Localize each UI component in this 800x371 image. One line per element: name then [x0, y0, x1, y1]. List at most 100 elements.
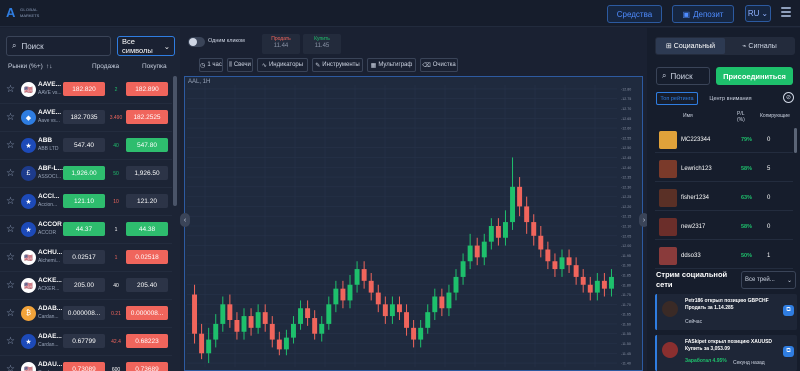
logo[interactable]: A GLOBAL MARKETS — [6, 5, 66, 21]
candle-body[interactable] — [283, 337, 289, 350]
stream-post[interactable]: FASkipet открыл позицию XAUUSD Купить за… — [655, 335, 797, 371]
market-row[interactable]: ☆ £ ABF-L... ASSOCI... 1,926.00 50 1,926.50 — [0, 160, 172, 188]
copy-icon[interactable]: ⧉ — [783, 346, 794, 357]
candle-body[interactable] — [234, 320, 240, 332]
candle-body[interactable] — [467, 245, 473, 262]
candle-body[interactable] — [255, 312, 261, 328]
star-icon[interactable]: ☆ — [6, 224, 15, 235]
buy-price-button[interactable]: 182.2525 — [126, 110, 168, 124]
star-icon[interactable]: ☆ — [6, 168, 15, 179]
buy-price-button[interactable]: 547.80 — [126, 138, 168, 152]
sell-quote-button[interactable]: Продать 11.44 — [262, 34, 300, 54]
candle-body[interactable] — [262, 312, 268, 324]
sell-price-button[interactable]: 547.40 — [63, 138, 105, 152]
star-icon[interactable]: ☆ — [6, 140, 15, 151]
candle-body[interactable] — [404, 312, 410, 328]
buy-price-button[interactable]: 0.73689 — [126, 362, 168, 371]
sell-price-button[interactable]: 0.73089 — [63, 362, 105, 371]
candle-body[interactable] — [566, 257, 572, 266]
buy-price-button[interactable]: 1,926.50 — [126, 166, 168, 180]
copy-icon[interactable]: ⧉ — [783, 305, 794, 316]
buy-price-button[interactable]: 0.68223 — [126, 334, 168, 348]
sell-price-button[interactable]: 182.7035 — [63, 110, 105, 124]
deposit-button[interactable]: ▣ Депозит — [672, 5, 734, 23]
candle-body[interactable] — [227, 304, 233, 320]
buy-price-button[interactable]: 205.40 — [126, 278, 168, 292]
candle-body[interactable] — [389, 304, 395, 317]
tab-signals[interactable]: ⌁ Сигналы — [725, 38, 794, 54]
candle-body[interactable] — [587, 284, 593, 293]
compass-icon[interactable]: ⊘ — [783, 92, 794, 103]
candle-body[interactable] — [531, 222, 537, 236]
sell-price-button[interactable]: 182.820 — [63, 82, 105, 96]
market-row[interactable]: ☆ ★ ACCOR ACCOR 44.37 1 44.38 — [0, 216, 172, 244]
candle-body[interactable] — [340, 288, 346, 301]
candle-body[interactable] — [446, 292, 452, 309]
candle-body[interactable] — [220, 304, 226, 324]
candle-body[interactable] — [594, 280, 600, 293]
sort-icon[interactable]: ↑↓ — [46, 63, 53, 70]
buy-price-button[interactable]: 182.890 — [126, 82, 168, 96]
candle-body[interactable] — [517, 186, 523, 207]
market-row[interactable]: ☆ 🇺🇸 ACHU... Alchemi... 0.02517 1 0.02518 — [0, 244, 172, 272]
candle-body[interactable] — [418, 327, 424, 340]
candle-body[interactable] — [213, 323, 219, 340]
candle-body[interactable] — [192, 294, 198, 334]
candle-body[interactable] — [354, 269, 360, 285]
candle-body[interactable] — [453, 276, 459, 293]
menu-icon[interactable] — [781, 7, 791, 19]
candlestick-chart[interactable]: -12.80 -12.75 -12.70 -12.65 -12.60 -12.55 -12.… — [185, 77, 644, 371]
candle-body[interactable] — [312, 318, 318, 334]
sell-price-button[interactable]: 1,926.00 — [63, 166, 105, 180]
candle-body[interactable] — [439, 296, 445, 309]
candle-body[interactable] — [347, 284, 353, 301]
trader-row[interactable]: new2317 58% 0 — [655, 215, 793, 240]
candle-body[interactable] — [375, 292, 381, 305]
buy-price-button[interactable]: 44.38 — [126, 222, 168, 236]
join-button[interactable]: Присоединиться — [716, 67, 793, 85]
candle-body[interactable] — [488, 226, 494, 242]
symbol-filter-select[interactable]: Все символы ⌄ — [117, 36, 175, 56]
buy-price-button[interactable]: 0.000008... — [126, 306, 168, 320]
candle-body[interactable] — [382, 304, 388, 317]
traders-scrollbar[interactable] — [794, 128, 797, 153]
markets-scrollbar[interactable] — [173, 76, 177, 206]
candle-body[interactable] — [199, 333, 205, 354]
funds-button[interactable]: Средства — [607, 5, 662, 23]
price-chart[interactable]: AAL, 1H -12.80 -12.75 -12.70 -12.65 -12.60 -1… — [184, 76, 643, 371]
candle-body[interactable] — [248, 316, 254, 328]
candle-body[interactable] — [545, 249, 551, 262]
tab-spotlight[interactable]: Центр внимания — [703, 92, 758, 105]
chevron-left-icon[interactable]: ‹ — [180, 213, 190, 227]
star-icon[interactable]: ☆ — [6, 252, 15, 263]
star-icon[interactable]: ☆ — [6, 196, 15, 207]
candle-body[interactable] — [573, 265, 579, 277]
market-row[interactable]: ☆ ★ ACCI... Accion... 121.10 10 121.20 — [0, 188, 172, 216]
candle-body[interactable] — [502, 222, 508, 238]
one-click-toggle[interactable] — [188, 37, 205, 47]
star-icon[interactable]: ☆ — [6, 308, 15, 319]
buy-quote-button[interactable]: Купить 11.45 — [303, 34, 341, 54]
candle-body[interactable] — [269, 323, 275, 340]
candle-body[interactable] — [319, 323, 325, 334]
star-icon[interactable]: ☆ — [6, 280, 15, 291]
candle-body[interactable] — [510, 186, 516, 223]
tab-social[interactable]: ⊞ Социальный — [656, 38, 725, 54]
tool-button[interactable]: ⫼ Свечи — [227, 58, 253, 72]
candle-body[interactable] — [361, 269, 367, 281]
market-row[interactable]: ☆ 🇺🇸 AAVE... AAVE vs... 182.820 2 182.890 — [0, 76, 172, 104]
star-icon[interactable]: ☆ — [6, 112, 15, 123]
language-select[interactable]: RU ⌄ — [745, 5, 771, 22]
sell-price-button[interactable]: 121.10 — [63, 194, 105, 208]
sell-price-button[interactable]: 0.02517 — [63, 250, 105, 264]
sell-price-button[interactable]: 0.67799 — [63, 334, 105, 348]
candle-body[interactable] — [425, 312, 431, 328]
candle-body[interactable] — [368, 280, 374, 293]
candle-body[interactable] — [601, 280, 607, 289]
candle-body[interactable] — [538, 235, 544, 250]
candle-body[interactable] — [608, 276, 614, 289]
buy-price-button[interactable]: 121.20 — [126, 194, 168, 208]
candle-body[interactable] — [206, 339, 212, 354]
market-row[interactable]: ☆ ₿ ADAB... Cardan... 0.000008... 0.21 0.00000… — [0, 300, 172, 328]
candle-body[interactable] — [411, 327, 417, 340]
